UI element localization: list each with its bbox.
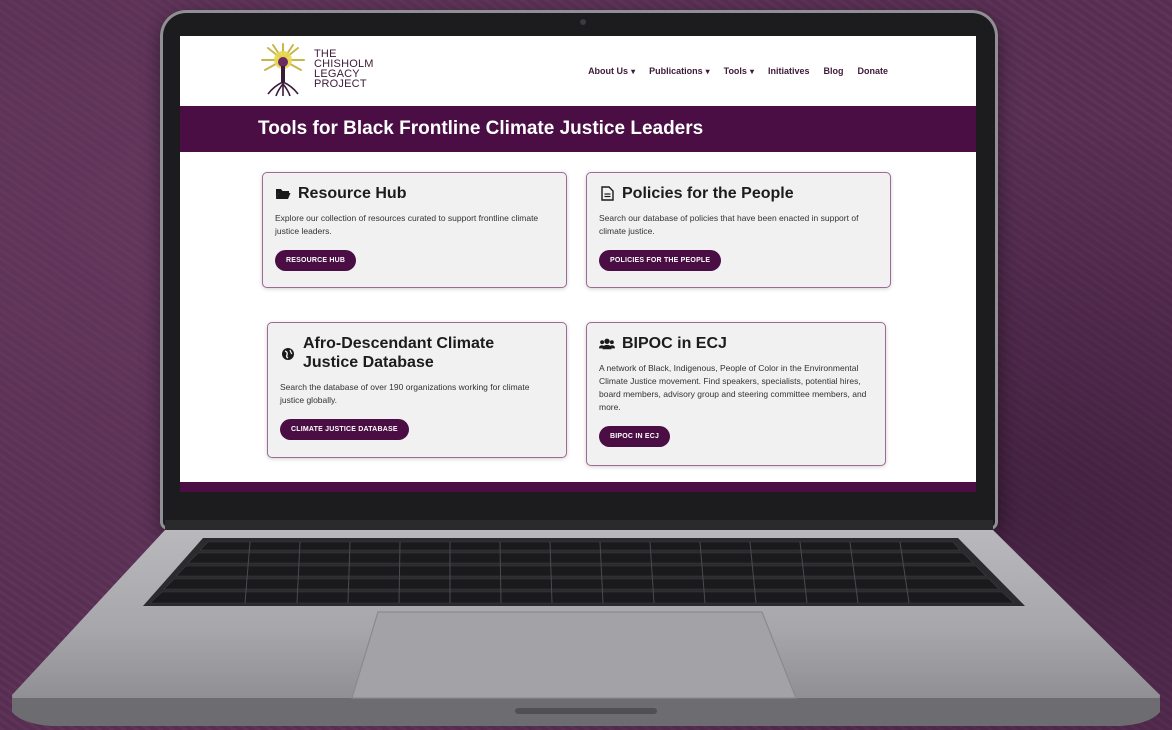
nav-item-publications[interactable]: Publications ▾	[649, 66, 710, 76]
site-header: THE CHISHOLM LEGACY PROJECT About Us ▾ P…	[180, 36, 976, 106]
card-description: Search the database of over 190 organiza…	[280, 382, 530, 405]
logo-line: PROJECT	[314, 78, 367, 90]
screen-footer-bar	[180, 482, 976, 492]
nav-label: About Us	[588, 66, 629, 76]
card-title: Policies for the People	[622, 185, 794, 202]
bipoc-in-ecj-button[interactable]: BIPOC IN ECJ	[599, 426, 671, 447]
card-description: A network of Black, Indigenous, People o…	[599, 363, 867, 412]
document-icon	[599, 186, 615, 202]
browser-screen: THE CHISHOLM LEGACY PROJECT About Us ▾ P…	[180, 36, 976, 492]
chevron-down-icon: ▾	[749, 66, 754, 76]
nav-label: Blog	[823, 66, 844, 76]
laptop-base	[12, 520, 1160, 726]
site-logo-text[interactable]: THE CHISHOLM LEGACY PROJECT	[314, 49, 374, 90]
users-icon	[599, 336, 615, 352]
card-description: Explore our collection of resources cura…	[275, 213, 539, 236]
main-nav: About Us ▾ Publications ▾ Tools ▾ Initia…	[588, 66, 888, 76]
card-resource-hub: Resource Hub Explore our collection of r…	[262, 172, 567, 288]
nav-item-tools[interactable]: Tools ▾	[724, 66, 754, 76]
card-title: Afro-Descendant Climate Justice Database	[303, 335, 495, 371]
card-bipoc-in-ecj: BIPOC in ECJ A network of Black, Indigen…	[586, 322, 886, 466]
chevron-down-icon: ▾	[705, 66, 710, 76]
nav-item-about-us[interactable]: About Us ▾	[588, 66, 635, 76]
resource-hub-button[interactable]: RESOURCE HUB	[275, 250, 357, 271]
nav-label: Publications	[649, 66, 703, 76]
nav-item-donate[interactable]: Donate	[857, 66, 888, 76]
policies-for-the-people-button[interactable]: POLICIES FOR THE PEOPLE	[599, 250, 722, 271]
nav-label: Tools	[723, 66, 747, 76]
globe-icon	[280, 346, 296, 362]
page-banner: Tools for Black Frontline Climate Justic…	[180, 106, 976, 152]
key-row[interactable]	[149, 591, 1015, 604]
chisholm-tree-logo[interactable]	[258, 42, 308, 98]
nav-label: Initiatives	[767, 66, 810, 76]
key-row[interactable]	[163, 578, 1000, 590]
key-row[interactable]	[175, 565, 987, 577]
tools-card-grid: Resource Hub Explore our collection of r…	[180, 152, 976, 492]
card-afro-descendant-database: Afro-Descendant Climate Justice Database…	[267, 322, 567, 458]
key-row[interactable]	[199, 541, 961, 551]
folder-open-icon	[275, 186, 291, 202]
webcam	[580, 19, 586, 25]
card-description: Search our database of policies that hav…	[599, 213, 859, 236]
opening-notch	[515, 708, 657, 714]
nav-item-blog[interactable]: Blog	[823, 66, 843, 76]
key-row[interactable]	[187, 552, 974, 564]
nav-item-initiatives[interactable]: Initiatives	[768, 66, 810, 76]
card-title: BIPOC in ECJ	[622, 335, 727, 352]
page-title: Tools for Black Frontline Climate Justic…	[258, 118, 704, 139]
card-title: Resource Hub	[298, 185, 407, 202]
trackpad[interactable]	[351, 611, 797, 699]
card-policies-for-the-people: Policies for the People Search our datab…	[586, 172, 891, 288]
climate-justice-database-button[interactable]: CLIMATE JUSTICE DATABASE	[280, 419, 409, 440]
nav-label: Donate	[857, 66, 888, 76]
chevron-down-icon: ▾	[631, 66, 636, 76]
